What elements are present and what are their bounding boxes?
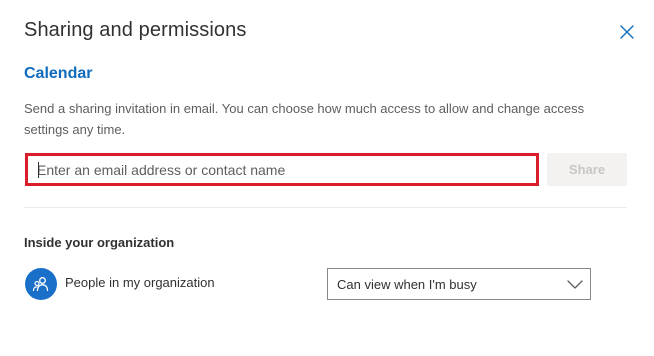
sharing-description: Send a sharing invitation in email. You …	[24, 101, 585, 137]
organization-heading: Inside your organization	[24, 235, 175, 250]
share-button[interactable]: Share	[547, 153, 627, 186]
dialog-title: Sharing and permissions	[24, 19, 247, 41]
chevron-down-icon	[567, 280, 583, 289]
permission-value: Can view when I'm busy	[337, 277, 477, 292]
close-icon	[620, 25, 634, 39]
divider	[24, 207, 627, 208]
text-cursor	[38, 162, 39, 178]
avatar	[25, 268, 57, 300]
sharing-permissions-dialog: Sharing and permissions Calendar Send a …	[0, 0, 654, 356]
permission-dropdown[interactable]: Can view when I'm busy	[327, 268, 591, 300]
calendar-heading: Calendar	[24, 65, 93, 82]
email-field[interactable]	[25, 153, 539, 186]
close-button[interactable]	[615, 20, 639, 44]
email-input[interactable]	[28, 156, 536, 183]
member-name: People in my organization	[65, 275, 215, 290]
people-icon	[32, 277, 49, 292]
